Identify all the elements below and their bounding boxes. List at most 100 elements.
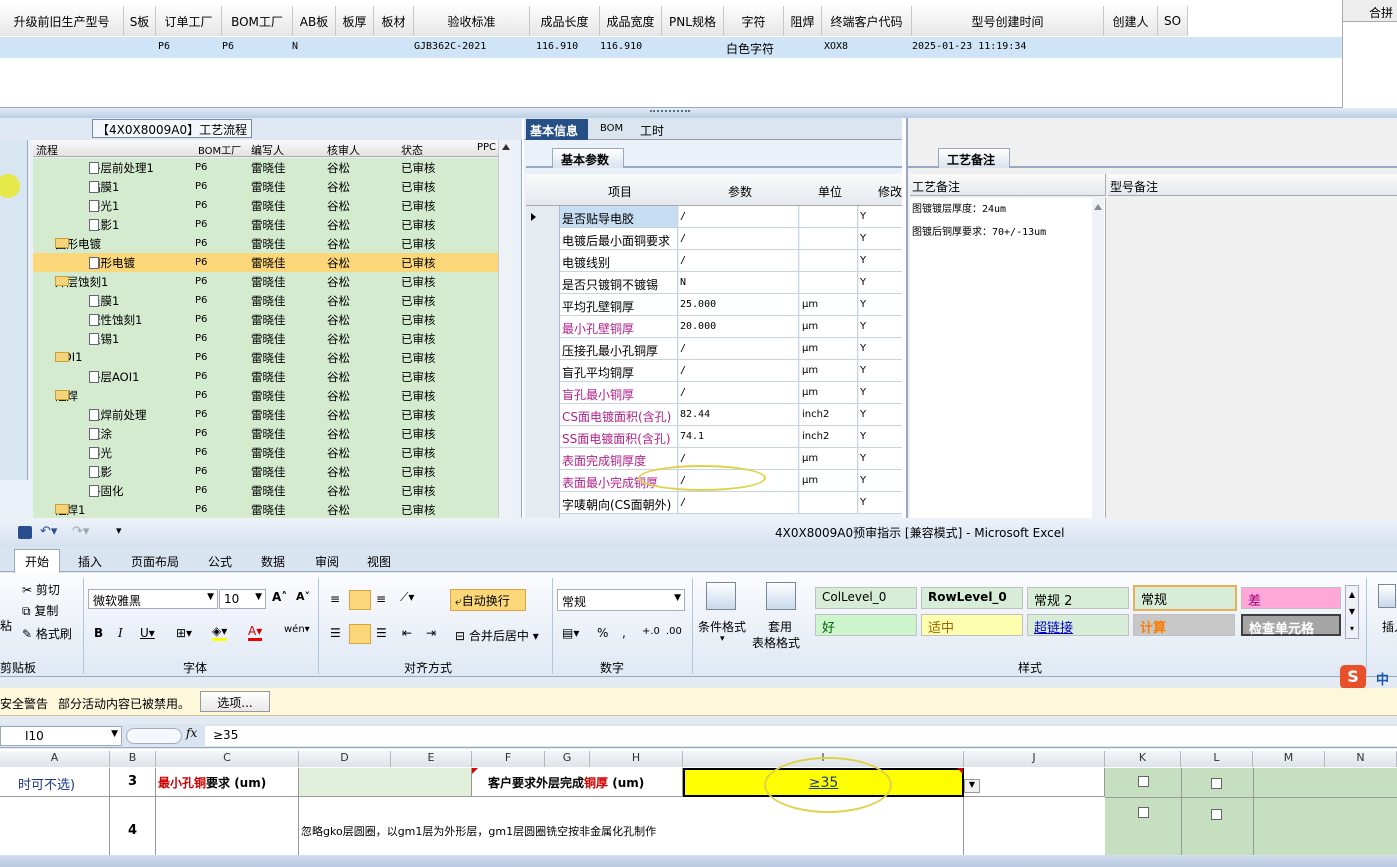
param-row[interactable]: 盲孔最小铜厚 / μm Y <box>560 382 902 404</box>
tab-formulas[interactable]: 公式 <box>208 553 232 570</box>
top-col-header[interactable]: 终端客户代码 <box>822 6 912 36</box>
tree-row[interactable]: 碱性蚀刻1 P6 雷晓佳 谷松 已审核 <box>33 310 498 329</box>
copy-button[interactable]: ⧉ 复制 <box>22 602 58 619</box>
tab-data[interactable]: 数据 <box>261 553 285 570</box>
param-value[interactable]: 74.1 <box>680 431 704 442</box>
column-header[interactable]: C <box>156 751 299 767</box>
top-col-header[interactable]: 订单工厂 <box>156 6 222 36</box>
cell-bom-factory[interactable]: P6 <box>222 41 234 52</box>
tab-basic-info[interactable]: 基本信息 <box>526 119 588 140</box>
param-row[interactable]: 字唛朝向(CS面朝外) / Y <box>560 492 902 514</box>
tab-hours[interactable]: 工时 <box>640 122 664 139</box>
percent-icon[interactable]: % <box>597 626 608 640</box>
tree-row[interactable]: 图形电镀 P6 雷晓佳 谷松 已审核 <box>33 253 498 272</box>
param-row[interactable]: 电镀后最小面铜要求 / Y <box>560 228 902 250</box>
table-format-button[interactable]: 表格格式 <box>752 634 800 651</box>
align-left-icon[interactable]: ☰ <box>330 626 341 640</box>
insert-cells-icon[interactable] <box>1378 584 1396 608</box>
tree-row[interactable]: 阻焊前处理 P6 雷晓佳 谷松 已审核 <box>33 405 498 424</box>
tab-process-notes[interactable]: 工艺备注 <box>938 148 1010 168</box>
cell-a3[interactable]: 时可不选) <box>0 768 110 797</box>
column-header[interactable]: G <box>545 751 590 767</box>
top-col-header[interactable]: SO <box>1158 6 1188 36</box>
cell-j3[interactable] <box>964 768 1105 797</box>
param-value[interactable]: / <box>680 211 686 222</box>
tree-row[interactable]: 阻焊1 P6 雷晓佳 谷松 已审核 <box>33 500 498 519</box>
style-normal[interactable]: 常规 <box>1133 585 1237 611</box>
undo-icon[interactable]: ↶▾ <box>40 524 57 539</box>
cond-dropdown-icon[interactable]: ▾ <box>720 634 725 644</box>
param-value[interactable]: / <box>680 387 686 398</box>
decrease-decimal-icon[interactable]: .00 <box>666 626 682 637</box>
col-param[interactable]: 参数 <box>728 183 752 200</box>
subtab-basic-params[interactable]: 基本参数 <box>552 148 624 168</box>
splitter-grip-icon[interactable] <box>650 110 690 114</box>
cell-c3[interactable]: 最小孔铜要求 (um) <box>156 768 299 797</box>
style-neutral[interactable]: 适中 <box>921 614 1023 636</box>
cell-a4[interactable] <box>0 797 110 855</box>
process-notes-text[interactable]: 图镀镀层厚度：24um 图镀后铜厚要求：70+/-13um <box>910 198 1106 518</box>
paste-label[interactable]: 粘 <box>0 617 12 634</box>
scroll-up-icon[interactable] <box>502 144 510 150</box>
top-col-header[interactable]: AB板 <box>293 6 336 36</box>
param-row[interactable]: 最小孔壁铜厚 20.000 μm Y <box>560 316 902 338</box>
italic-icon[interactable]: I <box>118 626 123 640</box>
wrap-text-button[interactable]: ⤶自动换行 <box>450 589 526 611</box>
tree-scrollbar[interactable] <box>498 140 512 518</box>
column-header[interactable]: B <box>110 751 156 767</box>
tree-row[interactable]: 外层蚀刻1 P6 雷晓佳 谷松 已审核 <box>33 272 498 291</box>
formula-toggle[interactable] <box>126 728 182 744</box>
increase-decimal-icon[interactable]: +.0 <box>642 626 660 637</box>
font-color-icon[interactable]: A▾ <box>248 624 263 641</box>
apply-label[interactable]: 套用 <box>768 618 792 635</box>
checkbox-l3[interactable] <box>1211 778 1222 789</box>
cell-f3[interactable]: 客户要求外层完成铜厚 (um) <box>472 768 683 797</box>
param-row[interactable]: 是否贴导电胶 / Y <box>560 206 902 228</box>
top-col-header[interactable]: 阻焊 <box>784 6 822 36</box>
tree-row[interactable]: 显影1 P6 雷晓佳 谷松 已审核 <box>33 215 498 234</box>
col-reviewer[interactable]: 核审人 <box>327 142 360 158</box>
col-mod[interactable]: 修改 <box>878 183 902 200</box>
qat-customize-icon[interactable]: ▾ <box>116 524 122 537</box>
increase-indent-icon[interactable]: ⇥ <box>426 626 436 640</box>
toolbox-icon[interactable] <box>0 174 20 198</box>
top-col-header[interactable]: 字符 <box>724 6 784 36</box>
formula-input[interactable]: ≥35 <box>205 726 1397 746</box>
font-name-select[interactable]: 微软雅黑 ▼ <box>88 589 218 609</box>
top-col-header[interactable]: 升级前旧生产型号 <box>0 6 124 36</box>
name-box[interactable]: I10 ▼ <box>0 726 122 746</box>
style-good[interactable]: 好 <box>815 614 917 636</box>
column-header[interactable]: M <box>1253 751 1325 767</box>
save-icon[interactable] <box>18 526 32 539</box>
tab-view[interactable]: 视图 <box>367 553 391 570</box>
tree-row[interactable]: 贴膜1 P6 雷晓佳 谷松 已审核 <box>33 177 498 196</box>
param-value[interactable]: / <box>680 233 686 244</box>
tree-row[interactable]: 图形电镀 P6 雷晓佳 谷松 已审核 <box>33 234 498 253</box>
align-middle-icon[interactable] <box>349 590 371 610</box>
cell-order-factory[interactable]: P6 <box>158 41 170 52</box>
style-collevel[interactable]: ColLevel_0 <box>815 587 917 609</box>
tree-row[interactable]: 终固化 P6 雷晓佳 谷松 已审核 <box>33 481 498 500</box>
param-row[interactable]: SS面电镀面积(含孔) 74.1 inch2 Y <box>560 426 902 448</box>
param-value[interactable]: / <box>680 365 686 376</box>
checkbox-l4[interactable] <box>1211 809 1222 820</box>
cell-length[interactable]: 116.910 <box>536 41 578 52</box>
cell-ab[interactable]: N <box>292 41 298 52</box>
checkbox-k3[interactable] <box>1138 776 1149 787</box>
column-header[interactable]: E <box>391 751 472 767</box>
tab-insert[interactable]: 插入 <box>78 553 102 570</box>
column-header[interactable]: F <box>472 751 545 767</box>
col-ppc[interactable]: PPC <box>477 142 496 153</box>
decrease-indent-icon[interactable]: ⇤ <box>402 626 412 640</box>
top-col-header[interactable]: 型号创建时间 <box>912 6 1104 36</box>
col-bom[interactable]: BOM工厂 <box>198 142 241 157</box>
scroll-up-icon[interactable] <box>1094 204 1102 210</box>
insert-cells-button[interactable]: 插入 <box>1382 618 1397 635</box>
align-bottom-icon[interactable]: ≡ <box>376 592 386 606</box>
tab-bom[interactable]: BOM <box>600 123 623 134</box>
tree-row[interactable]: 显影 P6 雷晓佳 谷松 已审核 <box>33 462 498 481</box>
tree-row[interactable]: 外层前处理1 P6 雷晓佳 谷松 已审核 <box>33 158 498 177</box>
param-row[interactable]: CS面电镀面积(含孔) 82.44 inch2 Y <box>560 404 902 426</box>
col-item[interactable]: 项目 <box>608 183 632 200</box>
top-col-header[interactable]: S板 <box>124 6 156 36</box>
